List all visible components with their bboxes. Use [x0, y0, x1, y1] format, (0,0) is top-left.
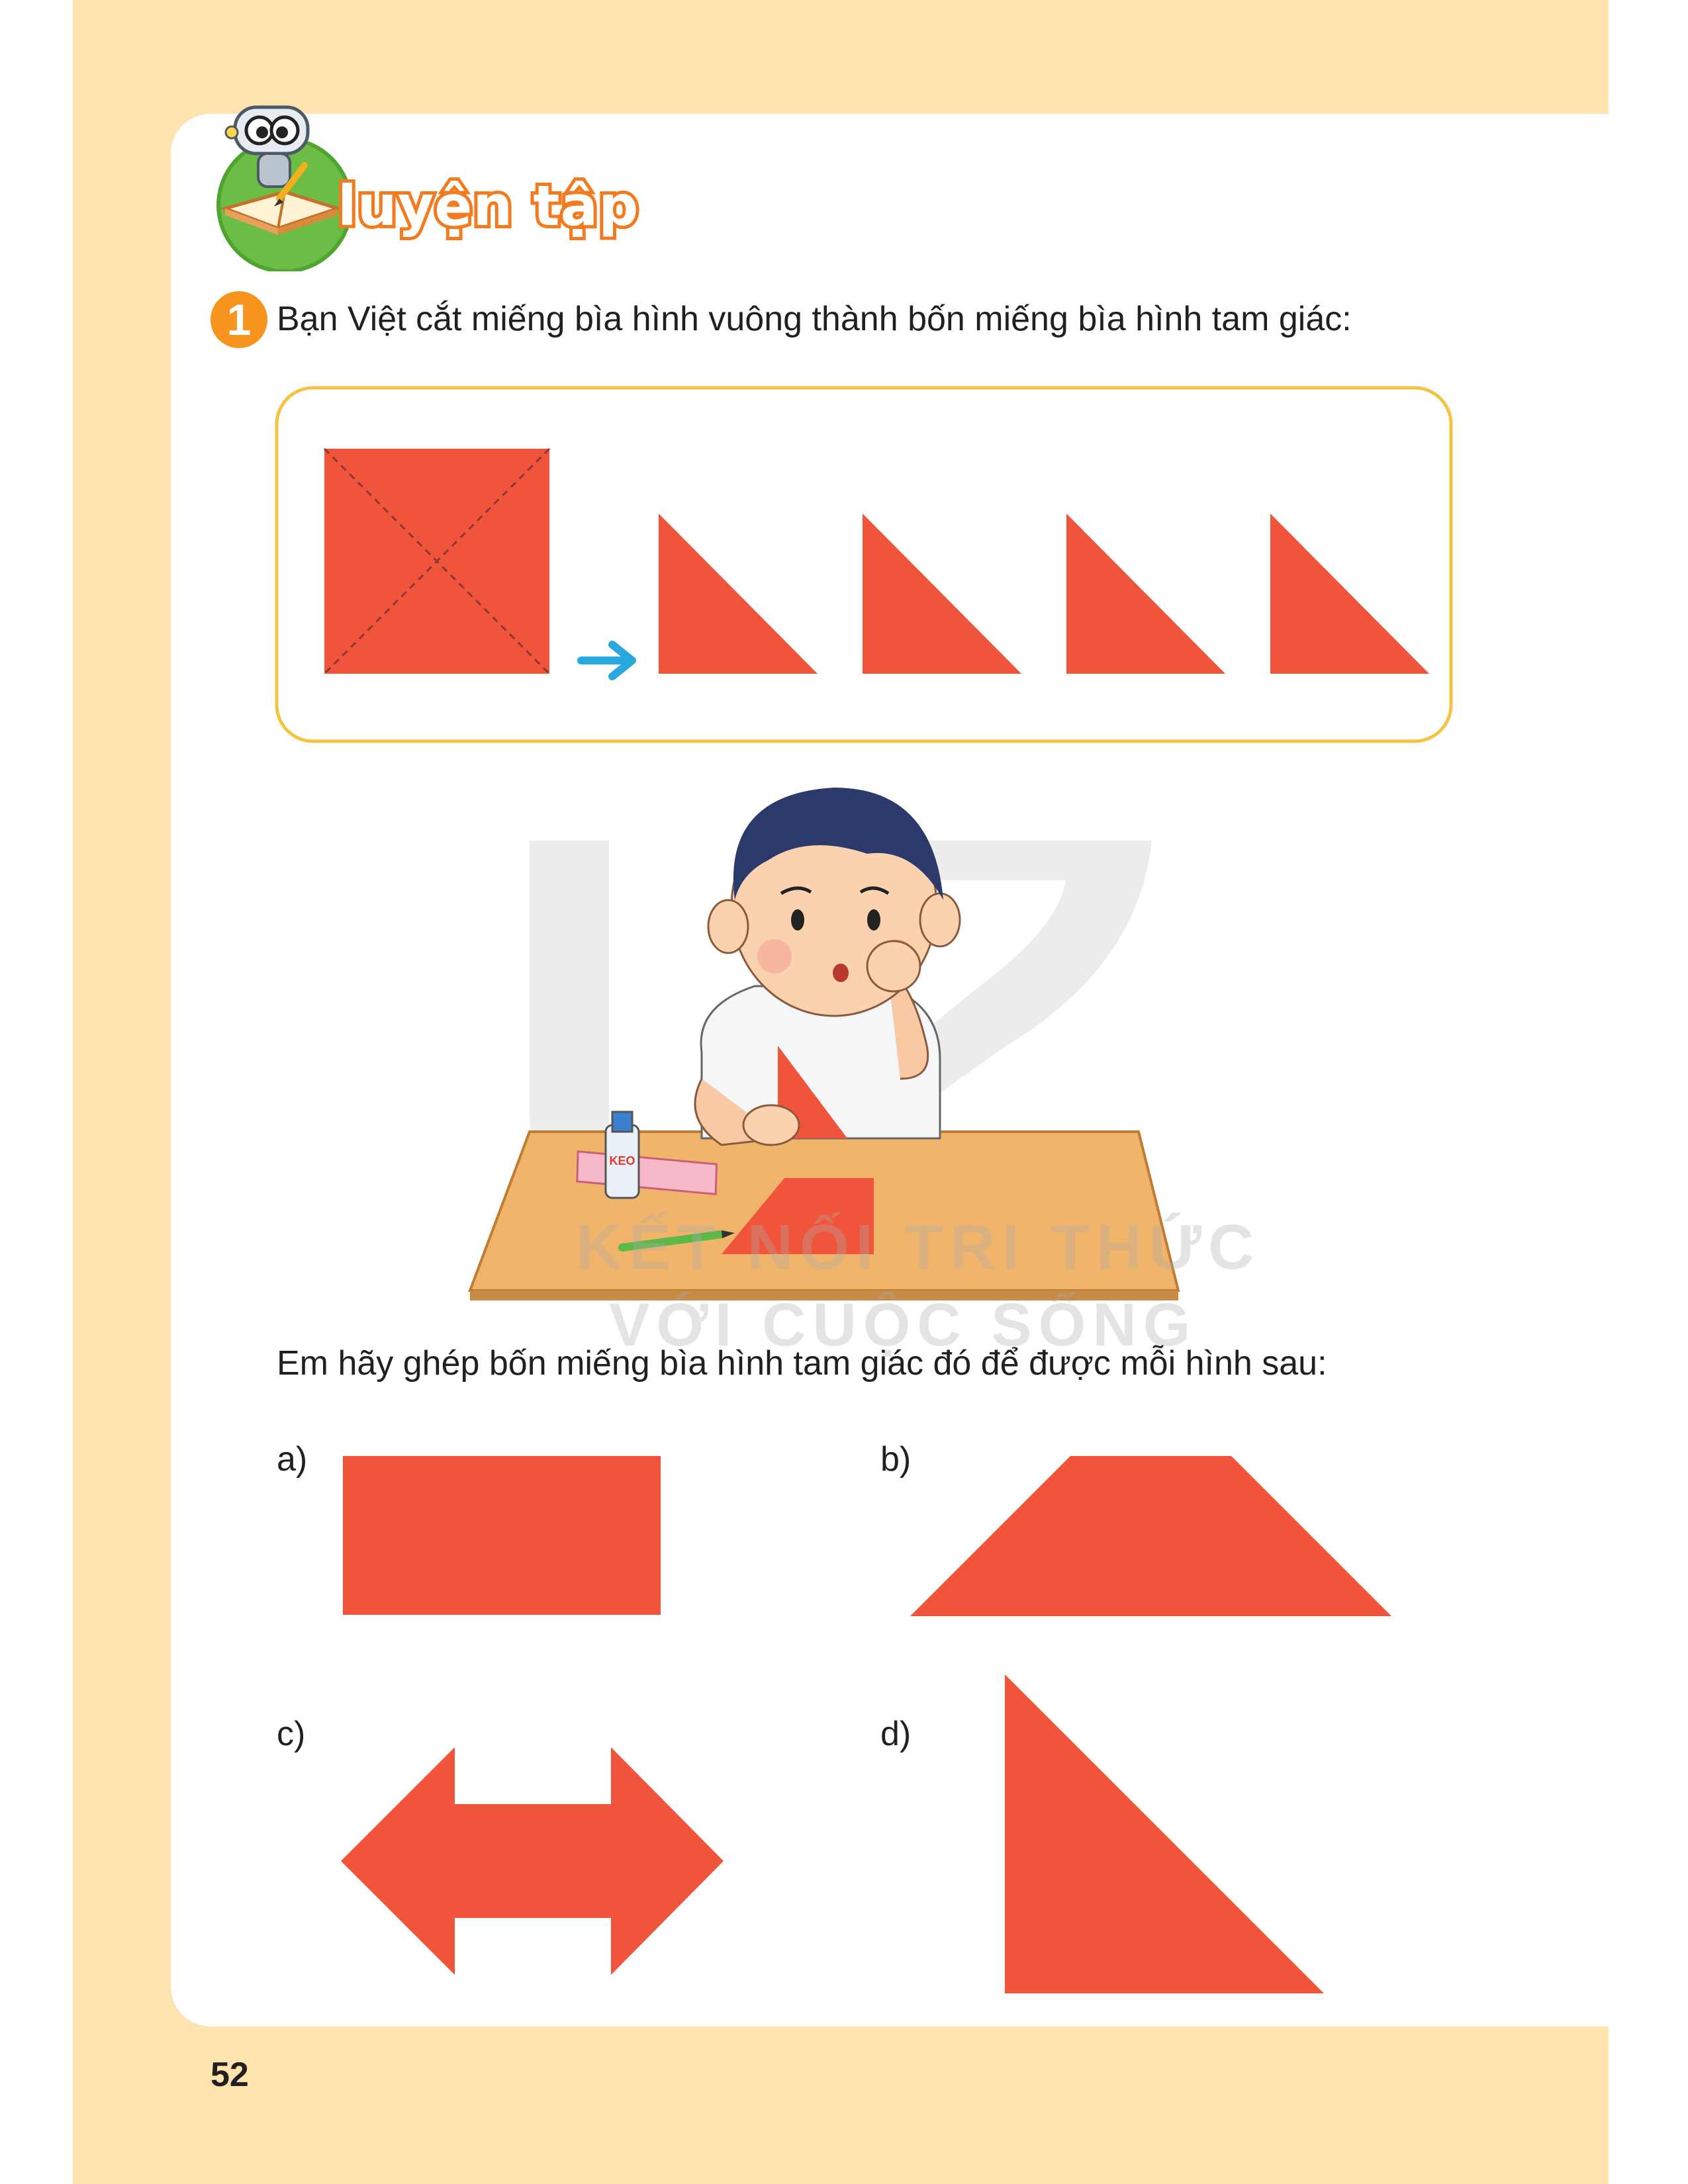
exercise-task: Em hãy ghép bốn miếng bìa hình tam giác … — [277, 1344, 1327, 1383]
shape-d-right-triangle — [1005, 1674, 1324, 1993]
glue-label: KEO — [609, 1154, 635, 1167]
section-title: luyện tập — [334, 170, 641, 242]
shape-b-trapezoid — [910, 1456, 1391, 1616]
exercise-number-badge: 1 — [211, 291, 267, 348]
option-c-label: c) — [277, 1715, 306, 1753]
cutting-diagram — [275, 386, 1453, 743]
shape-c-double-arrow — [341, 1747, 724, 1975]
watermark-line-1: KẾT NỐI TRI THỨC — [576, 1212, 1261, 1283]
shape-a-rectangle — [343, 1456, 661, 1615]
page-number: 52 — [211, 2056, 249, 2094]
exercise-instruction: Bạn Việt cắt miếng bìa hình vuông thành … — [277, 300, 1352, 338]
option-d-label: d) — [880, 1715, 912, 1753]
option-b-label: b) — [880, 1440, 912, 1479]
option-a-label: a) — [277, 1440, 308, 1479]
